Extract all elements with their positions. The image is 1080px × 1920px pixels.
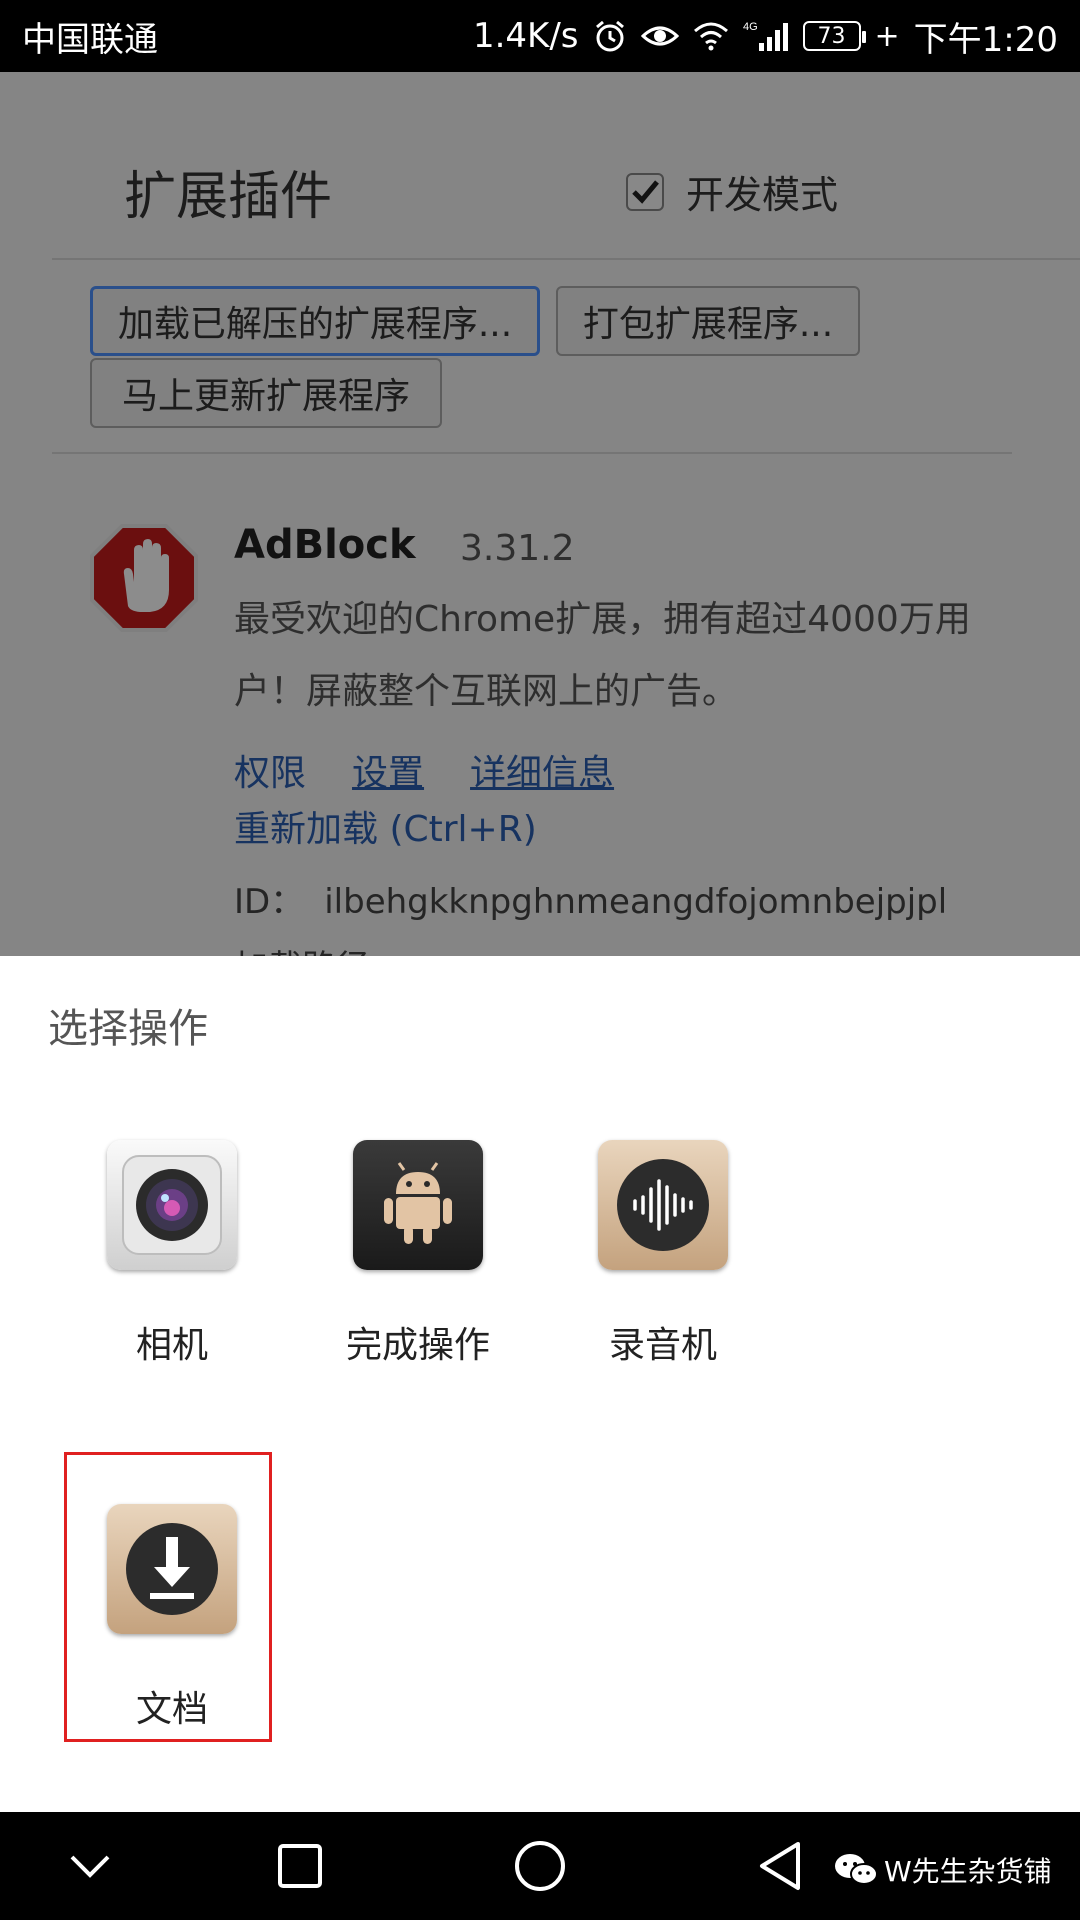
alarm-icon [593, 19, 627, 53]
app-option-complete-action[interactable]: 完成操作 [318, 1140, 518, 1368]
action-chooser-sheet: 选择操作 相机 完成操作 录音机 文档 [0, 956, 1080, 1812]
network-speed: 1.4K/s [472, 16, 579, 56]
recents-square-icon[interactable] [268, 1834, 332, 1898]
back-triangle-icon[interactable] [748, 1834, 812, 1898]
scrim-overlay[interactable] [0, 72, 1080, 956]
download-document-icon [107, 1504, 237, 1634]
clock: 下午1:20 [913, 19, 1058, 60]
battery-icon: 73 [802, 21, 866, 51]
sheet-title: 选择操作 [48, 1006, 208, 1052]
app-label-complete-action: 完成操作 [345, 1325, 490, 1366]
watermark-text: W先生杂货铺 [884, 1855, 1052, 1888]
wifi-icon [693, 21, 729, 51]
android-icon [353, 1140, 483, 1270]
home-circle-icon[interactable] [508, 1834, 572, 1898]
status-bar: 中国联通 1.4K/s 4G 73 + 下午1:20 [0, 0, 1080, 72]
chevron-down-icon[interactable] [58, 1834, 122, 1898]
app-option-camera[interactable]: 相机 [72, 1140, 272, 1368]
camera-icon [107, 1140, 237, 1270]
phone-screen: 中国联通 1.4K/s 4G 73 + 下午1:20 扩展插件 开发模式 加载已… [0, 0, 1080, 1920]
app-label-documents: 文档 [135, 1689, 208, 1730]
app-option-sound-recorder[interactable]: 录音机 [563, 1140, 763, 1368]
wechat-icon [835, 1854, 878, 1885]
navigation-bar: W先生杂货铺 [0, 1812, 1080, 1920]
signal-icon: 4G [743, 19, 789, 53]
sound-recorder-icon [598, 1140, 728, 1270]
app-label-camera: 相机 [135, 1325, 208, 1366]
eye-icon [640, 22, 679, 50]
app-option-documents[interactable]: 文档 [72, 1504, 272, 1732]
carrier-name: 中国联通 [22, 19, 158, 60]
charging-icon: + [874, 18, 900, 54]
watermark: W先生杂货铺 [834, 1850, 1052, 1890]
battery-level: 73 [817, 23, 846, 49]
app-label-sound-recorder: 录音机 [608, 1325, 717, 1366]
network-type: 4G [743, 21, 758, 33]
